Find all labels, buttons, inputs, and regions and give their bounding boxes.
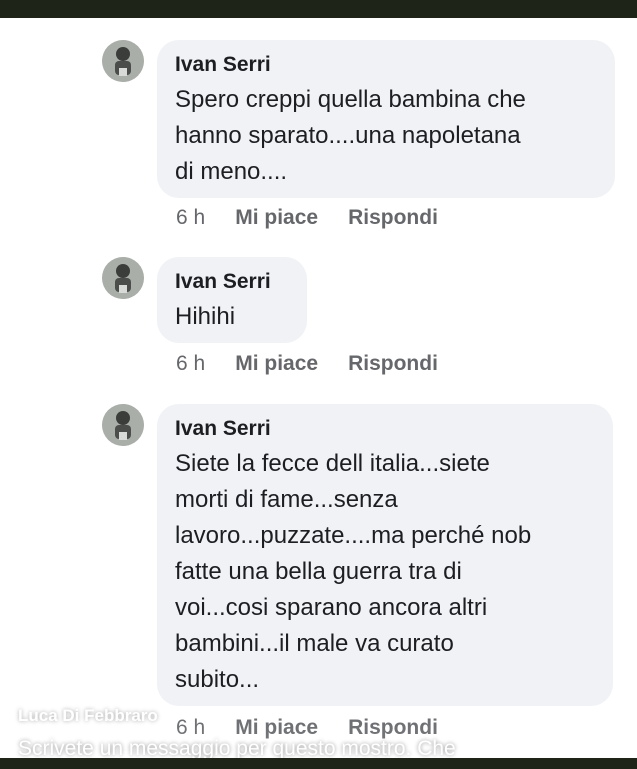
comment-line: di meno.... xyxy=(175,158,288,185)
comment-actions: 6 h Mi piace Rispondi xyxy=(176,352,438,376)
avatar[interactable] xyxy=(102,40,144,82)
comment-timestamp[interactable]: 6 h xyxy=(176,206,205,230)
comment-line: subito... xyxy=(175,666,260,693)
reply-button[interactable]: Rispondi xyxy=(348,352,438,376)
comment-line: Hihihi xyxy=(175,303,236,330)
comment-line: Siete la fecce dell italia...siete xyxy=(175,450,490,477)
comment-author[interactable]: Ivan Serri xyxy=(175,269,289,295)
top-bar xyxy=(0,0,637,18)
comment-text: Spero creppi quella bambina che hanno sp… xyxy=(175,82,597,190)
comment-bubble: Ivan Serri Spero creppi quella bambina c… xyxy=(157,40,615,198)
reply-button[interactable]: Rispondi xyxy=(348,206,438,230)
comment-actions: 6 h Mi piace Rispondi xyxy=(176,206,438,230)
comment-author[interactable]: Ivan Serri xyxy=(175,416,595,442)
like-button[interactable]: Mi piace xyxy=(235,352,318,376)
bottom-bar xyxy=(0,758,637,769)
avatar[interactable] xyxy=(102,404,144,446)
comment-author[interactable]: Ivan Serri xyxy=(175,52,597,78)
comment-line: bambini...il male va curato xyxy=(175,630,454,657)
comment-text: Siete la fecce dell italia...siete morti… xyxy=(175,446,595,698)
like-button[interactable]: Mi piace xyxy=(235,206,318,230)
comment-timestamp[interactable]: 6 h xyxy=(176,352,205,376)
comment-text: Hihihi xyxy=(175,299,289,335)
comment-line: hanno sparato....una napoletana xyxy=(175,122,521,149)
overlay-author-name: Luca Di Febbraro xyxy=(18,706,158,725)
avatar[interactable] xyxy=(102,257,144,299)
comment-line: voi...cosi sparano ancora altri xyxy=(175,594,488,621)
comment-line: lavoro...puzzate....ma perché nob xyxy=(175,522,532,549)
comment-bubble: Ivan Serri Hihihi xyxy=(157,257,307,343)
comment-bubble: Ivan Serri Siete la fecce dell italia...… xyxy=(157,404,613,706)
comment-line: fatte una bella guerra tra di xyxy=(175,558,462,585)
comment-line: Spero creppi quella bambina che xyxy=(175,86,526,113)
comment-line: morti di fame...senza xyxy=(175,486,398,513)
